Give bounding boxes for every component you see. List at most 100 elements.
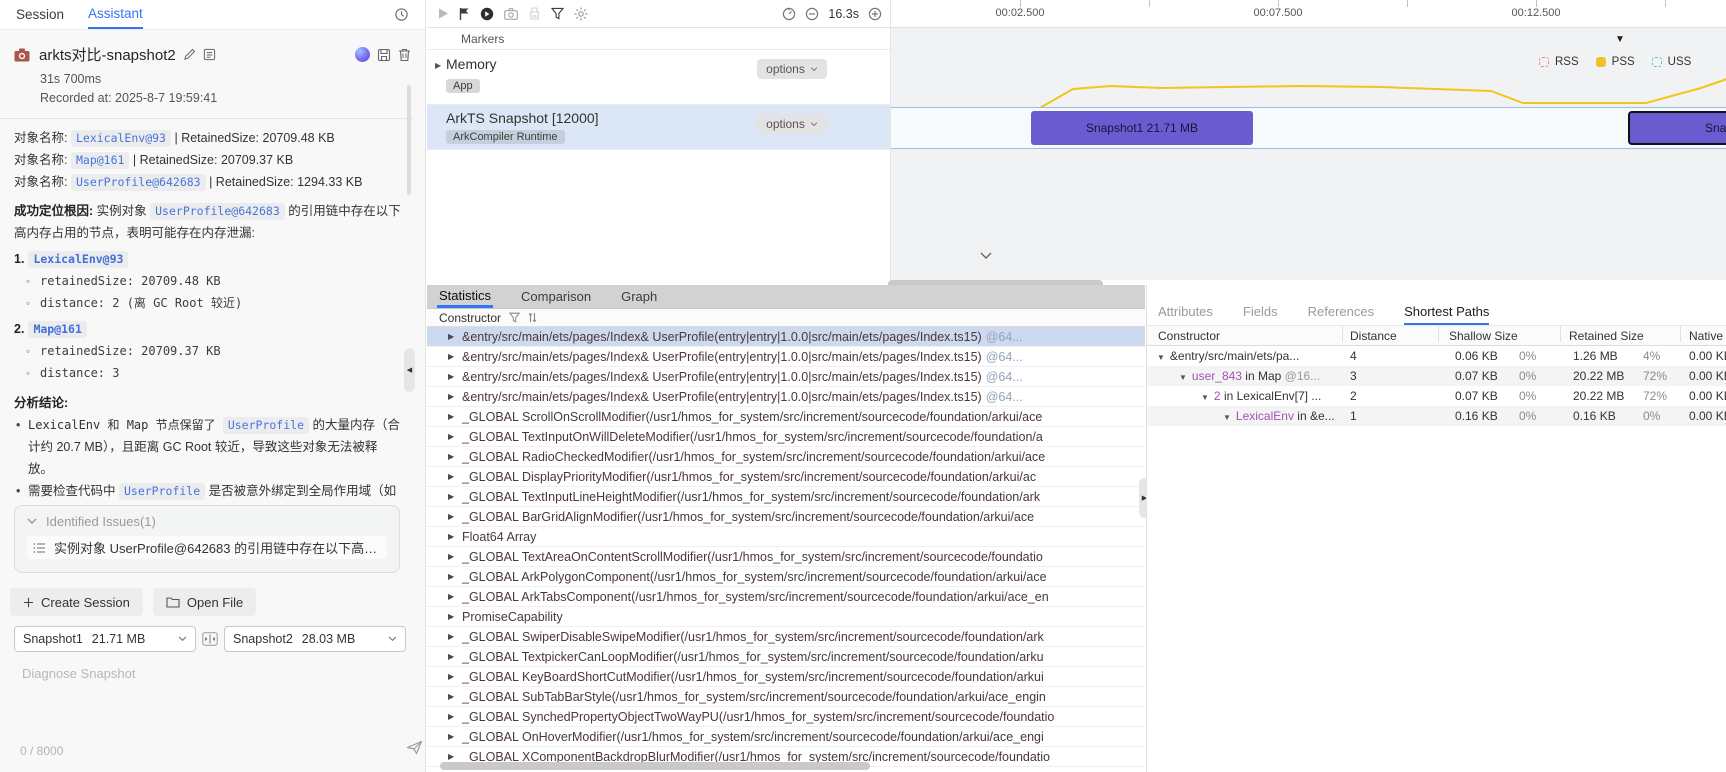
details-tab[interactable]: Shortest Paths [1404, 304, 1489, 325]
flag-icon[interactable] [459, 7, 470, 21]
expand-arrow-icon[interactable] [448, 712, 462, 721]
constructor-row[interactable]: _GLOBAL OnHoverModifier(/usr1/hmos_for_s… [427, 727, 1145, 747]
expand-arrow-icon[interactable] [448, 412, 462, 421]
memory-track-row[interactable]: ▶ Memory App options [427, 50, 890, 105]
clock-scale-icon[interactable] [782, 7, 796, 21]
constructor-row[interactable]: _GLOBAL TextInputLineHeightModifier(/usr… [427, 487, 1145, 507]
arkts-snapshot-track[interactable]: Snapshot1 21.71 MB Snapshot2 28.03 MB [891, 107, 1726, 149]
expand-arrow-icon[interactable] [448, 432, 462, 441]
expand-arrow-icon[interactable] [448, 572, 462, 581]
expand-arrow-icon[interactable] [448, 492, 462, 501]
compare-snapshots-icon[interactable] [202, 632, 218, 646]
expand-arrow-icon[interactable] [448, 752, 462, 761]
zoom-in-icon[interactable] [868, 7, 882, 21]
details-tab[interactable]: Attributes [1158, 304, 1213, 325]
collapse-arrow-icon[interactable] [1157, 353, 1165, 362]
constructor-row[interactable]: &entry/src/main/ets/pages/Index& UserPro… [427, 387, 1145, 407]
constructor-row[interactable]: &entry/src/main/ets/pages/Index& UserPro… [427, 327, 1145, 347]
object-chip[interactable]: UserProfile [223, 417, 309, 434]
delete-session-icon[interactable] [398, 48, 411, 62]
details-table-header[interactable]: Constructor Distance Shallow Size Retain… [1147, 325, 1726, 346]
shortest-path-row[interactable]: &entry/src/main/ets/pa... 4 0.06 KB 0% 1… [1147, 346, 1726, 366]
constructor-header[interactable]: Constructor [427, 309, 1145, 327]
object-chip[interactable]: UserProfile [119, 483, 205, 500]
save-session-icon[interactable] [377, 48, 391, 62]
send-icon[interactable] [406, 740, 423, 755]
shortest-path-row[interactable]: LexicalEnv in &e... 1 0.16 KB 0% 0.16 KB… [1147, 406, 1726, 426]
expand-arrow-icon[interactable] [448, 592, 462, 601]
expand-arrow-icon[interactable] [448, 392, 462, 401]
screenshot-camera-icon[interactable] [504, 8, 518, 20]
collapse-arrow-icon[interactable] [1179, 373, 1187, 382]
expand-arrow-icon[interactable] [448, 732, 462, 741]
memory-options-button[interactable]: options [757, 59, 827, 79]
constructor-row[interactable]: _GLOBAL BarGridAlignModifier(/usr1/hmos_… [427, 507, 1145, 527]
constructor-row[interactable]: _GLOBAL RadioCheckedModifier(/usr1/hmos_… [427, 447, 1145, 467]
statistics-tab[interactable]: Comparison [519, 285, 593, 308]
identified-issue-item[interactable]: 实例对象 UserProfile@642683 的引用链中存在以下高内存... [27, 536, 387, 559]
zoom-out-icon[interactable] [805, 7, 819, 21]
timeline-ruler[interactable]: 00:02.500 00:07.500 00:12.500 [890, 0, 1726, 28]
tab-session[interactable]: Session [16, 0, 64, 29]
constructor-row[interactable]: Float64 Array [427, 527, 1145, 547]
play-icon[interactable] [437, 7, 449, 20]
constructor-row[interactable]: &entry/src/main/ets/pages/Index& UserPro… [427, 347, 1145, 367]
ai-assistant-icon[interactable] [355, 47, 370, 62]
expand-arrow-icon[interactable] [448, 472, 462, 481]
sort-icon[interactable] [528, 312, 537, 323]
constructor-row[interactable]: _GLOBAL KeyBoardShortCutModifier(/usr1/h… [427, 667, 1145, 687]
statistics-tab[interactable]: Statistics [437, 285, 493, 308]
shortest-path-row[interactable]: 2 in LexicalEnv[7] ... 2 0.07 KB 0% 20.2… [1147, 386, 1726, 406]
constructor-row[interactable]: _GLOBAL TextInputOnWillDeleteModifier(/u… [427, 427, 1145, 447]
timeline-chart-area[interactable]: RSS PSS USS ▼ Sn [890, 28, 1726, 280]
constructor-row[interactable]: _GLOBAL ScrollOnScrollModifier(/usr1/hmo… [427, 407, 1145, 427]
expand-arrow-icon[interactable] [448, 372, 462, 381]
notes-icon[interactable] [203, 48, 216, 61]
snapshot-block[interactable]: Snapshot1 21.71 MB [1031, 111, 1253, 145]
constructor-row[interactable]: _GLOBAL SwiperDisableSwipeModifier(/usr1… [427, 627, 1145, 647]
expand-arrow-icon[interactable] [448, 332, 462, 341]
expand-arrow-icon[interactable] [448, 552, 462, 561]
rename-icon[interactable] [183, 48, 196, 61]
constructor-row[interactable]: _GLOBAL ArkPolygonComponent(/usr1/hmos_f… [427, 567, 1145, 587]
snapshot1-select[interactable]: Snapshot121.71 MB [14, 626, 196, 652]
collapse-chevron-icon[interactable] [27, 518, 37, 525]
expand-arrow-icon[interactable] [448, 632, 462, 641]
statistics-tab[interactable]: Graph [619, 285, 659, 308]
object-chip[interactable]: UserProfile@642683 [150, 203, 285, 220]
expand-arrow-icon[interactable] [448, 672, 462, 681]
object-chip[interactable]: UserProfile@642683 [71, 174, 206, 191]
legend-item[interactable]: USS [1652, 56, 1692, 68]
create-session-button[interactable]: Create Session [10, 588, 143, 616]
snapshot-block[interactable]: Snapshot2 28.03 MB [1628, 111, 1726, 145]
collapse-arrow-icon[interactable] [1201, 393, 1209, 402]
expand-arrow-icon[interactable] [448, 612, 462, 621]
diagnose-input[interactable]: Diagnose Snapshot [22, 666, 135, 681]
expand-arrow-icon[interactable] [448, 532, 462, 541]
object-chip[interactable]: Map@161 [71, 152, 129, 169]
open-file-button[interactable]: Open File [153, 588, 256, 616]
snapshot2-select[interactable]: Snapshot228.03 MB [224, 626, 406, 652]
constructor-row[interactable]: &entry/src/main/ets/pages/Index& UserPro… [427, 367, 1145, 387]
filter-icon[interactable] [551, 7, 564, 20]
legend-item[interactable]: PSS [1596, 56, 1635, 68]
constructor-row[interactable]: _GLOBAL TextpickerCanLoopModifier(/usr1/… [427, 647, 1145, 667]
arkts-snapshot-track-row[interactable]: ArkTS Snapshot [12000] ArkCompiler Runti… [427, 105, 890, 150]
object-chip[interactable]: LexicalEnv@93 [71, 130, 171, 147]
expand-arrow-icon[interactable] [448, 352, 462, 361]
collapse-left-panel-handle[interactable]: ◀ [404, 348, 415, 392]
tab-assistant[interactable]: Assistant [88, 0, 143, 29]
expand-arrow-icon[interactable] [448, 692, 462, 701]
details-tab[interactable]: References [1308, 304, 1374, 325]
constructor-row[interactable]: _GLOBAL SynchedPropertyObjectTwoWayPU(/u… [427, 707, 1145, 727]
object-chip[interactable]: LexicalEnv@93 [28, 251, 128, 268]
collapse-arrow-icon[interactable] [1223, 413, 1231, 422]
expand-arrow-icon[interactable] [448, 652, 462, 661]
timeline-marker-icon[interactable]: ▼ [1615, 34, 1625, 45]
history-clock-icon[interactable] [394, 0, 409, 29]
constructor-row[interactable]: _GLOBAL TextAreaOnContentScrollModifier(… [427, 547, 1145, 567]
record-icon[interactable] [480, 7, 494, 21]
constructor-row[interactable]: PromiseCapability [427, 607, 1145, 627]
expand-arrow-icon[interactable] [448, 452, 462, 461]
constructor-row[interactable]: _GLOBAL ArkTabsComponent(/usr1/hmos_for_… [427, 587, 1145, 607]
